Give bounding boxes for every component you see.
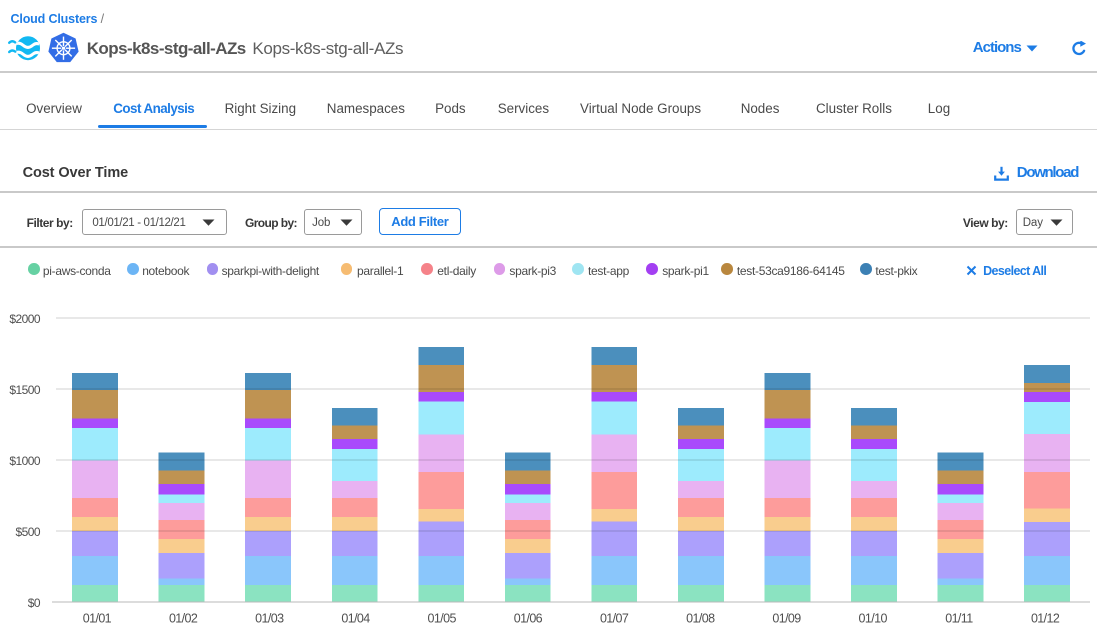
svg-text:01/11: 01/11 [945,612,973,626]
svg-text:01/03: 01/03 [255,612,284,626]
svg-text:01/01: 01/01 [83,612,112,626]
svg-text:01/10: 01/10 [859,612,888,626]
svg-text:01/04: 01/04 [341,612,370,626]
svg-text:$0: $0 [28,596,41,610]
svg-text:01/07: 01/07 [600,612,629,626]
svg-text:$1000: $1000 [9,454,40,468]
svg-text:01/02: 01/02 [169,612,198,626]
svg-text:$2000: $2000 [9,312,40,326]
svg-text:$1500: $1500 [9,383,40,397]
svg-text:01/05: 01/05 [428,612,457,626]
svg-text:01/08: 01/08 [686,612,715,626]
svg-text:01/06: 01/06 [514,612,543,626]
svg-text:01/09: 01/09 [772,612,801,626]
svg-text:01/12: 01/12 [1031,612,1060,626]
svg-text:$500: $500 [16,525,41,539]
